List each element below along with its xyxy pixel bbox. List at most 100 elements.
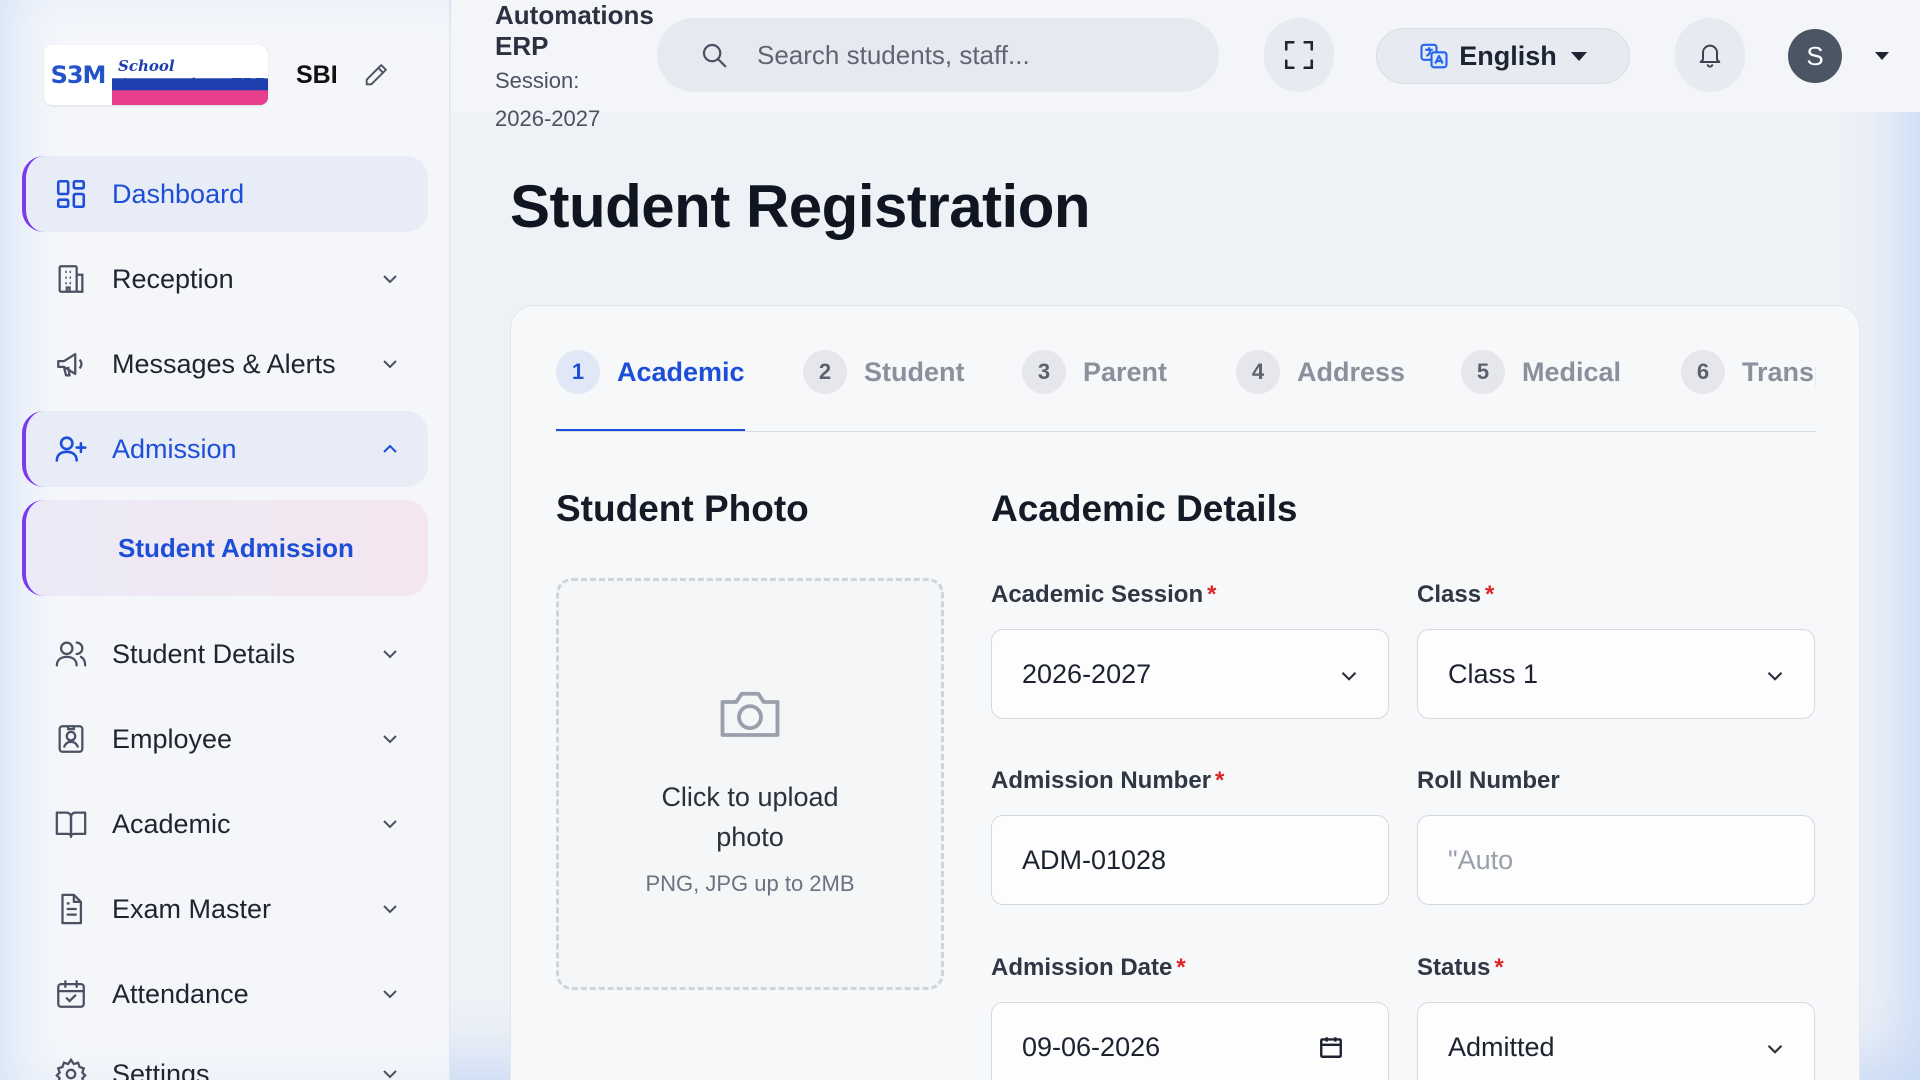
tab-academic[interactable]: 1 Academic — [556, 350, 745, 431]
sidebar-item-label: Messages & Alerts — [112, 348, 336, 379]
brand: S3M School Automations ERP SBI — [44, 44, 390, 106]
label-text: Academic Session — [991, 581, 1204, 608]
input-value: ADM-01028 — [1022, 844, 1167, 875]
chevron-down-icon — [1767, 671, 1783, 681]
sidebar-item-academic[interactable]: Academic — [22, 786, 428, 862]
tab-transport[interactable]: 6 Transp — [1681, 350, 1816, 431]
photo-upload-dropzone[interactable]: Click to upload photo PNG, JPG up to 2MB — [556, 578, 944, 990]
bell-icon — [1699, 44, 1721, 68]
select-value: Class 1 — [1448, 658, 1539, 689]
tab-student[interactable]: 2 Student — [803, 350, 965, 431]
tab-parent[interactable]: 3 Parent — [1022, 350, 1168, 431]
sidebar-item-label: Student Admission — [118, 532, 354, 563]
sidebar-item-student-details[interactable]: Student Details — [22, 616, 428, 692]
upload-instruction: Click to upload photo — [661, 782, 839, 852]
upload-hint: PNG, JPG up to 2MB — [645, 871, 855, 896]
sidebar: S3M School Automations ERP SBI Dashboard… — [0, 0, 450, 1080]
org-info: Automations ERP Session: 2026-2027 — [495, 0, 675, 138]
user-menu-caret-icon[interactable] — [1875, 52, 1889, 60]
roll-number-input[interactable]: "Auto — [1417, 815, 1815, 905]
sidebar-item-label: Student Details — [112, 638, 296, 669]
class-select[interactable]: Class 1 — [1417, 629, 1815, 719]
label-text: Admission Date — [991, 954, 1173, 981]
sidebar-item-settings[interactable]: Settings — [22, 1036, 428, 1080]
input-placeholder: "Auto — [1448, 844, 1514, 875]
page-title: Student Registration — [510, 173, 1091, 240]
brand-short-name: SBI — [296, 60, 336, 89]
sidebar-item-attendance[interactable]: Attendance — [22, 956, 428, 1032]
gear-icon — [55, 1057, 87, 1080]
sidebar-item-label: Exam Master — [112, 893, 272, 924]
chevron-down-icon — [1767, 1044, 1783, 1054]
megaphone-icon — [57, 352, 83, 377]
required-mark: * — [1215, 767, 1225, 794]
tab-label: Student — [864, 357, 965, 387]
calendar-check-icon — [57, 980, 85, 1008]
select-value: 2026-2027 — [1022, 658, 1152, 689]
language-label: English — [1459, 40, 1557, 71]
chevron-down-icon — [383, 275, 397, 284]
academic-session-select[interactable]: 2026-2027 — [991, 629, 1389, 719]
notifications-button[interactable] — [1675, 18, 1745, 92]
registration-card: 1 Academic 2 Student 3 Parent 4 Address … — [510, 305, 1860, 1080]
status-select[interactable]: Admitted — [1417, 1002, 1815, 1080]
calendar-icon[interactable] — [1318, 1034, 1344, 1060]
tab-step-number: 2 — [803, 350, 847, 394]
academic-session-label: Academic Session * — [991, 581, 1216, 609]
user-avatar[interactable]: S — [1788, 29, 1842, 83]
id-badge-icon — [58, 725, 84, 753]
search-bar — [657, 18, 1219, 92]
sidebar-item-reception[interactable]: Reception — [22, 241, 428, 317]
chevron-down-icon — [383, 905, 397, 914]
sidebar-item-label: Employee — [112, 723, 233, 754]
sidebar-item-messages[interactable]: Messages & Alerts — [22, 326, 428, 402]
sidebar-item-employee[interactable]: Employee — [22, 701, 428, 777]
pencil-icon[interactable] — [362, 61, 390, 89]
sidebar-item-exam-master[interactable]: Exam Master — [22, 871, 428, 947]
logo-mark: S3M — [44, 45, 112, 105]
tab-medical[interactable]: 5 Medical — [1461, 350, 1622, 431]
admission-date-label: Admission Date * — [991, 954, 1186, 982]
status-label: Status * — [1417, 954, 1504, 982]
chevron-down-icon — [383, 360, 397, 369]
chevron-down-icon — [383, 735, 397, 744]
top-header: Automations ERP Session: 2026-2027 Engli… — [451, 0, 1920, 131]
chevron-down-icon — [383, 820, 397, 829]
fullscreen-button[interactable] — [1264, 18, 1334, 92]
camera-icon — [720, 691, 780, 737]
input-value: 09-06-2026 — [1022, 1031, 1161, 1062]
sidebar-item-label: Settings — [112, 1058, 210, 1080]
translate-icon — [1420, 43, 1448, 69]
app-window: S3M School Automations ERP SBI Dashboard… — [0, 0, 1920, 1080]
tab-step-number: 1 — [556, 350, 600, 394]
required-mark: * — [1485, 581, 1495, 608]
language-selector[interactable]: English — [1376, 28, 1630, 84]
admission-number-input[interactable]: ADM-01028 — [991, 815, 1389, 905]
tab-label: Academic — [617, 357, 745, 387]
label-text: Class — [1417, 581, 1482, 608]
building-icon — [58, 265, 84, 293]
required-mark: * — [1176, 954, 1186, 981]
tab-step-number: 6 — [1681, 350, 1725, 394]
label-text: Admission Number — [991, 767, 1212, 794]
tab-label: Transp — [1742, 357, 1816, 387]
student-photo-title: Student Photo — [556, 488, 809, 529]
tab-address[interactable]: 4 Address — [1236, 350, 1406, 431]
logo-title: School Automations ERP — [118, 57, 266, 93]
sidebar-item-dashboard[interactable]: Dashboard — [22, 156, 428, 232]
admission-date-input[interactable]: 09-06-2026 — [991, 1002, 1389, 1080]
academic-details-title: Academic Details — [991, 488, 1298, 529]
chevron-up-icon — [383, 444, 397, 453]
sidebar-item-label: Reception — [112, 263, 234, 294]
chevron-down-icon — [1341, 671, 1357, 681]
sidebar-item-label: Attendance — [112, 978, 249, 1009]
tab-label: Medical — [1522, 357, 1622, 387]
tab-label: Parent — [1083, 357, 1168, 387]
sidebar-item-admission[interactable]: Admission — [22, 411, 428, 487]
tab-label: Address — [1297, 357, 1406, 387]
school-logo[interactable]: S3M School Automations ERP — [44, 45, 268, 105]
sidebar-subitem-student-admission[interactable]: Student Admission — [22, 500, 428, 596]
book-icon — [55, 811, 87, 838]
tab-step-number: 3 — [1022, 350, 1066, 394]
search-input[interactable] — [757, 39, 1197, 71]
